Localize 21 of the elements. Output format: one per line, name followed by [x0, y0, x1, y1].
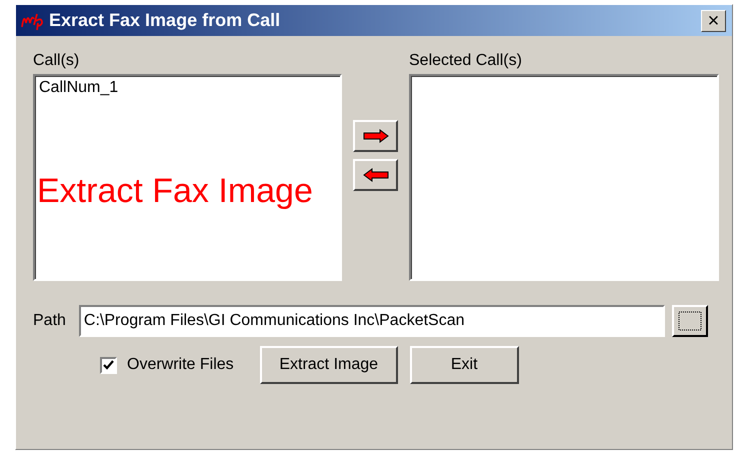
close-button[interactable]: × [701, 10, 726, 32]
calls-list[interactable]: CallNum_1 Extract Fax Image [33, 74, 342, 281]
window-title: Exract Fax Image from Call [49, 10, 282, 31]
list-item[interactable]: CallNum_1 [39, 79, 336, 97]
add-button[interactable] [353, 120, 398, 152]
checkbox-label: Overwrite Files [127, 356, 234, 374]
browse-button[interactable] [672, 305, 708, 337]
remove-button[interactable] [353, 159, 398, 191]
extract-image-button[interactable]: Extract Image [260, 346, 398, 384]
ellipsis-icon [678, 311, 702, 331]
exit-button[interactable]: Exit [410, 346, 519, 384]
left-arrow-icon [362, 168, 388, 182]
list-label: Selected Call(s) [409, 52, 523, 70]
overwrite-checkbox[interactable] [100, 356, 117, 374]
right-arrow-icon [362, 129, 388, 143]
selected-calls-list[interactable] [409, 74, 719, 281]
list-label: Call(s) [33, 52, 80, 70]
path-field[interactable]: C:\Program Files\GI Communications Inc\PacketScan [78, 305, 665, 337]
annotation-text: Extract Fax Image [37, 172, 313, 211]
check-icon [103, 360, 114, 370]
path-label: Path [33, 312, 66, 330]
